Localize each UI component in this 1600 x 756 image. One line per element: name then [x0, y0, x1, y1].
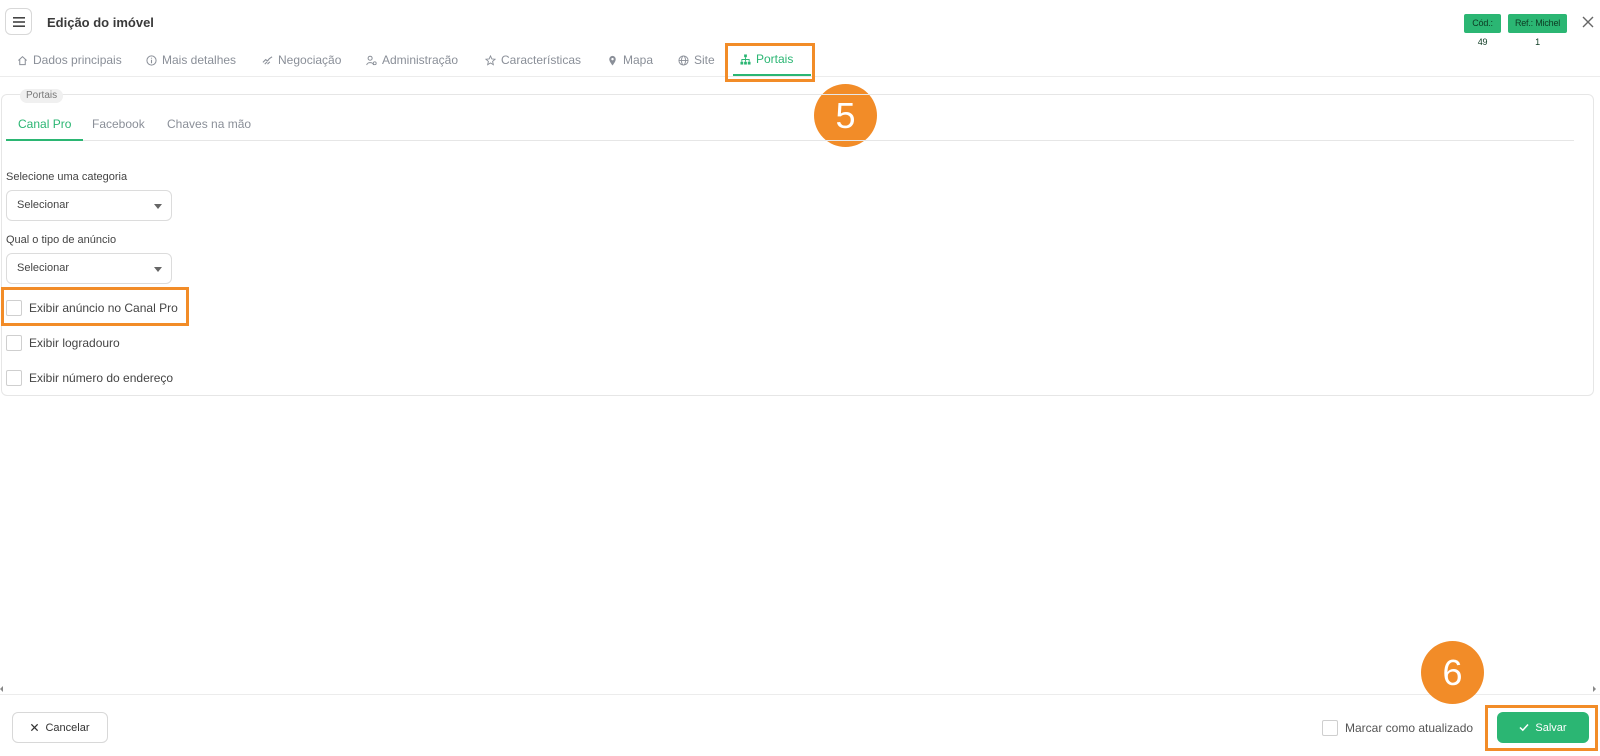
checkbox-exibir-numero-endereco[interactable]: Exibir número do endereço	[6, 369, 173, 387]
sitemap-icon	[740, 53, 751, 65]
close-icon	[31, 723, 39, 732]
tab-label: Mais detalhes	[162, 53, 237, 67]
tipo-anuncio-value: Selecionar	[17, 262, 69, 274]
main-tabs: Dados principais Mais detalhes Negociaçã…	[0, 44, 1600, 77]
caret-down-icon	[154, 267, 162, 272]
checkbox-exibir-anuncio-canal-pro[interactable]: Exibir anúncio no Canal Pro	[6, 299, 178, 317]
page-title: Edição do imóvel	[47, 15, 154, 30]
portal-subtabs: Canal Pro Facebook Chaves na mão	[6, 113, 1574, 141]
tab-dados-principais[interactable]: Dados principais	[17, 44, 122, 76]
info-icon	[146, 54, 157, 66]
top-bar: Edição do imóvel Cód.: 49 Ref.: Michel 1	[0, 0, 1600, 47]
tab-negociacao[interactable]: Negociação	[262, 44, 341, 76]
tab-label: Mapa	[623, 53, 654, 67]
star-icon	[485, 54, 496, 66]
tab-label: Administração	[382, 53, 459, 67]
checkbox-box[interactable]	[6, 370, 22, 386]
user-gear-icon	[366, 55, 377, 65]
tab-site[interactable]: Site	[678, 44, 715, 76]
checkbox-box[interactable]	[1322, 719, 1338, 736]
hamburger-icon	[12, 16, 25, 27]
cancel-label: Cancelar	[45, 721, 90, 734]
categoria-select[interactable]: Selecionar	[6, 190, 172, 221]
cancel-button[interactable]: Cancelar	[12, 712, 108, 743]
tab-administracao[interactable]: Administração	[366, 44, 458, 76]
save-label: Salvar	[1535, 721, 1567, 734]
marcar-como-atualizado-checkbox[interactable]: Marcar como atualizado	[1322, 719, 1473, 736]
reference-badge: Ref.: Michel 1	[1508, 14, 1567, 47]
marcar-label: Marcar como atualizado	[1345, 720, 1474, 735]
tab-label: Site	[694, 53, 715, 67]
footer-divider	[0, 694, 1600, 695]
tab-portais[interactable]: Portais	[733, 44, 811, 76]
home-icon	[18, 55, 27, 65]
tab-mapa[interactable]: Mapa	[607, 44, 653, 76]
scroll-left-arrow[interactable]	[0, 686, 3, 692]
checkbox-box[interactable]	[6, 300, 22, 316]
checkbox-label: Exibir logradouro	[29, 336, 120, 350]
subtab-facebook[interactable]: Facebook	[92, 113, 145, 141]
checkbox-box[interactable]	[6, 335, 22, 351]
tipo-anuncio-label: Qual o tipo de anúncio	[6, 234, 117, 246]
tab-mais-detalhes[interactable]: Mais detalhes	[146, 44, 236, 76]
subtab-canal-pro[interactable]: Canal Pro	[6, 113, 84, 141]
globe-icon	[678, 54, 689, 66]
tab-caracteristicas[interactable]: Características	[485, 44, 581, 76]
tab-label: Negociação	[278, 53, 342, 67]
subtab-chaves-na-mao[interactable]: Chaves na mão	[167, 113, 251, 141]
scroll-right-arrow[interactable]	[1593, 686, 1596, 692]
tipo-anuncio-select[interactable]: Selecionar	[6, 253, 172, 284]
checkbox-label: Exibir número do endereço	[29, 371, 174, 385]
map-pin-icon	[609, 55, 616, 66]
checkbox-label: Exibir anúncio no Canal Pro	[29, 301, 178, 315]
categoria-value: Selecionar	[17, 199, 69, 211]
code-badge: Cód.: 49	[1464, 14, 1501, 47]
tab-label: Portais	[756, 52, 794, 66]
categoria-label: Selecione uma categoria	[6, 171, 128, 183]
checkbox-exibir-logradouro[interactable]: Exibir logradouro	[6, 334, 120, 352]
portais-legend: Portais	[20, 89, 64, 103]
tab-label: Características	[501, 53, 582, 67]
close-icon[interactable]	[1580, 14, 1596, 30]
step-6-marker: 6	[1421, 641, 1484, 704]
tab-label: Dados principais	[33, 53, 122, 67]
check-icon	[1519, 723, 1529, 732]
caret-down-icon	[154, 204, 162, 209]
handshake-icon	[262, 55, 273, 65]
save-button[interactable]: Salvar	[1497, 712, 1589, 743]
menu-button[interactable]	[5, 8, 32, 35]
